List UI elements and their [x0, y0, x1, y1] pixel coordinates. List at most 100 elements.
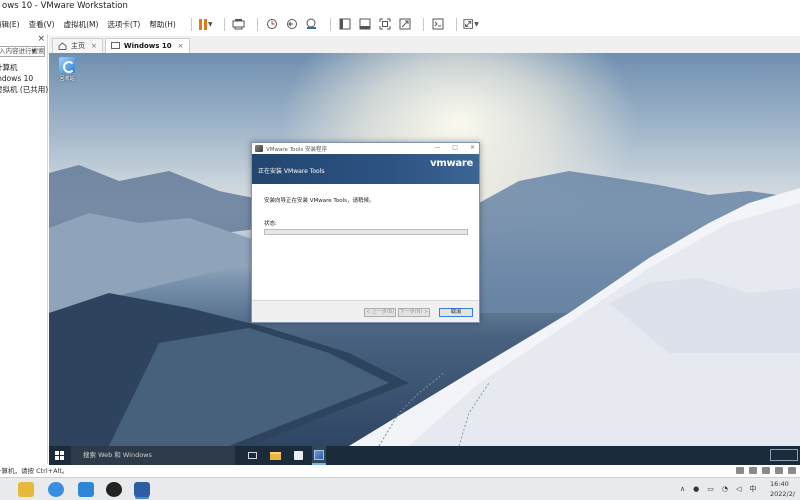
toolbar-separator	[190, 17, 192, 31]
close-icon[interactable]: ×	[178, 42, 184, 50]
dialog-footer: < 上一步(B) 下一步(N) > 取消	[252, 300, 479, 322]
dialog-body: 安装向导正在安装 VMware Tools，请稍候。 状态:	[252, 184, 479, 300]
dialog-title: VMware Tools 安装程序	[266, 146, 327, 153]
cancel-button[interactable]: 取消	[439, 308, 473, 317]
notification-icon[interactable]	[770, 449, 798, 461]
status-label: 状态:	[264, 221, 277, 227]
vmware-tools-installer-dialog: VMware Tools 安装程序 — □ ✕ 正在安装 VMware Tool…	[251, 142, 480, 323]
dialog-header: 正在安装 VMware Tools vmware	[252, 154, 479, 184]
send-ctrl-alt-del-icon[interactable]	[231, 16, 247, 32]
dialog-window-controls: — □ ✕	[434, 144, 475, 151]
guest-search-input[interactable]: 搜索 Web 和 Windows	[71, 446, 235, 465]
task-view-icon[interactable]	[246, 450, 258, 462]
tab-home[interactable]: 主页 ×	[52, 38, 103, 53]
toolbar-separator	[455, 17, 457, 31]
close-icon[interactable]: ×	[37, 34, 45, 44]
browser-icon[interactable]	[48, 482, 64, 497]
cd-icon[interactable]	[749, 467, 757, 474]
dialog-titlebar: VMware Tools 安装程序 — □ ✕	[252, 143, 479, 154]
snapshot-manager-icon[interactable]	[304, 16, 320, 32]
snapshot-icon[interactable]	[264, 16, 280, 32]
status-text: 计算机，请按 Ctrl+Alt。	[0, 467, 69, 475]
tab-windows-10-label: Windows 10	[123, 42, 172, 50]
desktop-icon-label: 回收站	[59, 76, 75, 82]
clock-time: 16:40	[770, 480, 789, 488]
file-explorer-icon[interactable]	[269, 450, 281, 462]
tab-bar: 主页 × Windows 10 ×	[49, 36, 800, 53]
host-taskbar: ∧ ● ▭ ◔ ◁ 中 16:40 2022/2/	[0, 477, 800, 500]
revert-snapshot-icon[interactable]	[284, 16, 300, 32]
toolbar-separator	[422, 17, 424, 31]
close-icon[interactable]: ✕	[470, 144, 475, 151]
menu-view[interactable]: 查看(V)	[29, 19, 55, 30]
library-tree: 计算机 indows 10 虚拟机 (已共用)	[0, 62, 48, 95]
store-icon[interactable]	[292, 450, 304, 462]
tree-item-shared-vms[interactable]: 虚拟机 (已共用)	[0, 84, 48, 95]
wifi-icon[interactable]: ◔	[722, 485, 728, 493]
menu-help[interactable]: 帮助(H)	[149, 19, 176, 30]
thumbnail-view-icon[interactable]	[357, 16, 373, 32]
battery-icon[interactable]: ▭	[707, 485, 714, 493]
console-icon[interactable]	[430, 16, 446, 32]
ime-indicator[interactable]: 中	[749, 484, 756, 494]
library-header: ×	[0, 34, 47, 44]
tree-item-my-computer[interactable]: 计算机	[0, 62, 47, 73]
host-status-bar: 计算机，请按 Ctrl+Alt。	[0, 465, 800, 477]
dialog-header-title: 正在安装 VMware Tools	[258, 168, 325, 175]
file-explorer-icon[interactable]	[18, 482, 34, 497]
toolbar-separator	[329, 17, 331, 31]
unity-icon[interactable]	[397, 16, 413, 32]
qq-tray-icon[interactable]: ●	[693, 485, 699, 493]
library-search-placeholder: 入内容进行搜索	[0, 47, 45, 55]
fullscreen-icon[interactable]	[377, 16, 393, 32]
dialog-message: 安装向导正在安装 VMware Tools，请稍候。	[264, 198, 375, 204]
home-icon	[58, 42, 67, 50]
vmware-tools-icon	[314, 449, 324, 460]
hard-disk-icon[interactable]	[736, 467, 744, 474]
qq-icon[interactable]	[106, 482, 122, 497]
install-progress-bar	[264, 229, 468, 235]
tab-home-label: 主页	[71, 42, 85, 50]
vmware-brand: vmware	[430, 158, 473, 169]
vmware-tools-taskbar-item[interactable]	[312, 446, 326, 465]
library-search-input[interactable]: 入内容进行搜索 ▼	[0, 46, 45, 57]
stretch-icon[interactable]: ▼	[463, 16, 479, 32]
app-icon[interactable]	[78, 482, 94, 497]
network-icon[interactable]	[762, 467, 770, 474]
pause-icon[interactable]: ▼	[198, 16, 214, 32]
menu-vm[interactable]: 虚拟机(M)	[64, 19, 99, 30]
menu-edit[interactable]: 编辑(E)	[0, 19, 20, 30]
volume-icon[interactable]: ◁	[736, 485, 741, 493]
vmware-logo-icon	[255, 145, 263, 152]
desktop-recycle-bin[interactable]: 回收站	[53, 57, 81, 93]
toolbar-separator	[223, 17, 225, 31]
vmware-workstation-icon[interactable]	[134, 482, 150, 497]
clock[interactable]: 16:40 2022/2/	[770, 479, 800, 499]
tab-windows-10[interactable]: Windows 10 ×	[104, 38, 190, 53]
maximize-icon[interactable]: □	[452, 144, 458, 151]
minimize-icon[interactable]: —	[434, 144, 440, 151]
prev-button[interactable]: < 上一步(B)	[364, 308, 396, 317]
library-pane: × 入内容进行搜索 ▼ 计算机 indows 10 虚拟机 (已共用)	[0, 34, 48, 464]
vm-icon	[110, 42, 120, 49]
guest-desktop[interactable]: 回收站 VMware Tools 安装程序 — □ ✕ 正在安装 VMware …	[49, 53, 800, 446]
close-icon[interactable]: ×	[91, 42, 97, 50]
chevron-down-icon[interactable]: ▼	[31, 47, 36, 56]
menubar: 编辑(E) 查看(V) 虚拟机(M) 选项卡(T) 帮助(H) ▼	[0, 14, 800, 34]
windows-start-icon[interactable]	[55, 450, 65, 461]
vmware-workstation-window: ows 10 - VMware Workstation 编辑(E) 查看(V) …	[0, 0, 800, 500]
tree-item-windows-10[interactable]: indows 10	[0, 73, 47, 84]
system-tray: ∧ ● ▭ ◔ ◁ 中	[680, 484, 756, 494]
window-title: ows 10 - VMware Workstation	[0, 0, 800, 14]
usb-icon[interactable]	[775, 467, 783, 474]
sound-icon[interactable]	[788, 467, 796, 474]
next-button[interactable]: 下一步(N) >	[398, 308, 430, 317]
toolbar-separator	[256, 17, 258, 31]
library-view-icon[interactable]	[337, 16, 353, 32]
clock-date: 2022/2/	[770, 490, 796, 498]
guest-taskbar: 搜索 Web 和 Windows	[49, 446, 800, 465]
recycle-bin-icon	[59, 57, 75, 73]
device-icons	[736, 467, 796, 474]
tray-expand-icon[interactable]: ∧	[680, 485, 685, 493]
menu-tabs[interactable]: 选项卡(T)	[107, 19, 140, 30]
